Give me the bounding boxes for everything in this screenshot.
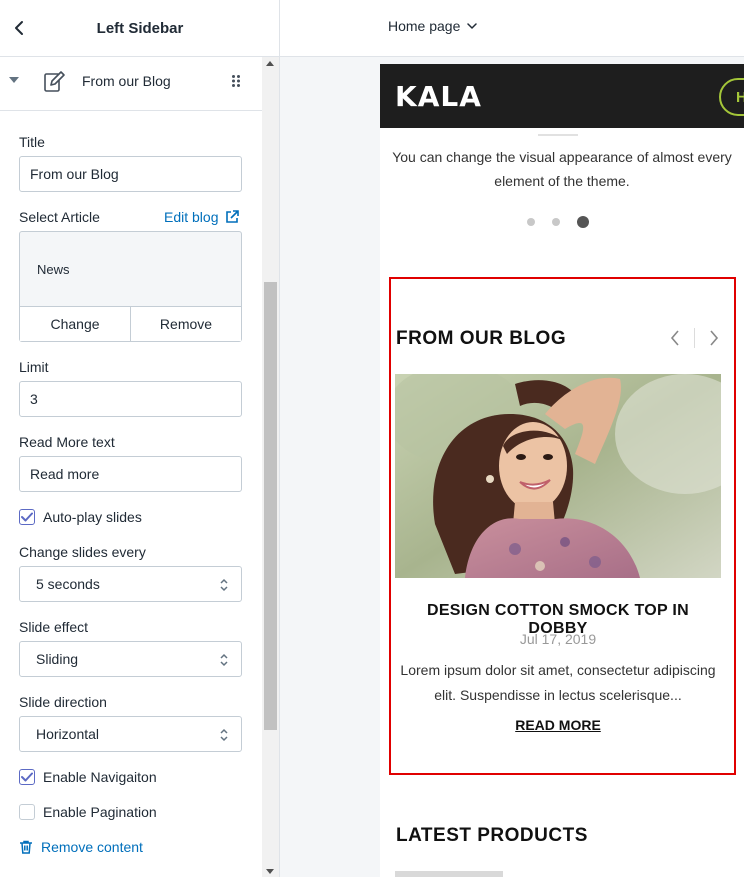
- select-article-label: Select Article: [19, 209, 100, 225]
- remove-content-button[interactable]: Remove content: [19, 839, 143, 855]
- checkmark-icon: [21, 512, 33, 522]
- blog-carousel-nav: [668, 328, 721, 348]
- blog-post-image[interactable]: [395, 374, 721, 578]
- change-article-button[interactable]: Change: [20, 307, 130, 341]
- limit-label: Limit: [19, 359, 49, 375]
- blog-post-excerpt: Lorem ipsum dolor sit amet, consectetur …: [400, 662, 716, 703]
- trash-icon: [20, 840, 32, 854]
- navigation-checkbox[interactable]: [19, 769, 35, 785]
- section-row-from-our-blog[interactable]: From our Blog: [0, 57, 262, 111]
- chevron-left-icon[interactable]: [668, 328, 682, 348]
- remove-article-button[interactable]: Remove: [130, 307, 241, 341]
- select-arrows-icon: [220, 578, 228, 592]
- scroll-down-arrow-icon[interactable]: [266, 869, 274, 874]
- scroll-up-arrow-icon[interactable]: [266, 61, 274, 66]
- chevron-down-icon: [467, 23, 478, 29]
- slide-direction-label: Slide direction: [19, 694, 107, 710]
- slide-direction-value: Horizontal: [36, 726, 100, 742]
- article-picker: News Change Remove: [19, 231, 242, 342]
- pagination-option[interactable]: Enable Pagination: [19, 804, 157, 820]
- select-arrows-icon: [220, 728, 228, 742]
- section-label: From our Blog: [82, 73, 171, 89]
- remove-content-label: Remove content: [41, 839, 143, 855]
- sidebar-title: Left Sidebar: [96, 19, 184, 37]
- latest-products-heading: LATEST PRODUCTS: [396, 825, 588, 846]
- title-input[interactable]: From our Blog: [19, 156, 242, 192]
- slideshow-dots: [527, 216, 606, 228]
- blog-post-date: Jul 17, 2019: [519, 631, 597, 647]
- slide-dot[interactable]: [527, 218, 535, 226]
- read-more-input[interactable]: Read more: [19, 456, 242, 492]
- blog-section-heading: FROM OUR BLOG: [396, 328, 567, 349]
- page-selector-label: Home page: [388, 18, 461, 34]
- drag-handle-icon[interactable]: [231, 74, 241, 88]
- read-more-link[interactable]: READ MORE: [395, 717, 721, 733]
- title-label: Title: [19, 134, 45, 150]
- store-header: KALA H: [380, 64, 744, 128]
- pagination-checkbox[interactable]: [19, 804, 35, 820]
- autoplay-checkbox[interactable]: [19, 509, 35, 525]
- edit-blog-link[interactable]: Edit blog: [164, 209, 240, 225]
- article-actions: Change Remove: [20, 306, 241, 341]
- nav-separator: [694, 328, 695, 348]
- blog-photo: [395, 374, 721, 578]
- product-thumbnail[interactable]: [395, 871, 503, 877]
- change-every-value: 5 seconds: [36, 576, 100, 592]
- edit-document-icon: [44, 71, 65, 92]
- slide-direction-select[interactable]: Horizontal: [19, 716, 242, 752]
- sidebar-header: Left Sidebar: [0, 0, 279, 57]
- settings-panel: From our Blog Title From our Blog Select…: [0, 57, 262, 877]
- sidebar-scrollbar[interactable]: [262, 57, 279, 877]
- back-button[interactable]: [6, 14, 32, 42]
- chevron-right-icon[interactable]: [707, 328, 721, 348]
- read-more-label: Read More text: [19, 434, 115, 450]
- slide-dot-active[interactable]: [577, 216, 589, 228]
- slide-effect-label: Slide effect: [19, 619, 89, 635]
- editor-sidebar: Left Sidebar From our Blog Title From ou…: [0, 0, 280, 877]
- change-every-select[interactable]: 5 seconds: [19, 566, 242, 602]
- slide-effect-value: Sliding: [36, 651, 79, 667]
- collapse-caret-icon[interactable]: [9, 77, 19, 83]
- divider: [538, 134, 578, 136]
- external-link-icon: [226, 210, 240, 223]
- store-logo[interactable]: KALA: [395, 80, 482, 113]
- edit-blog-label: Edit blog: [164, 209, 219, 225]
- autoplay-option[interactable]: Auto-play slides: [19, 509, 142, 525]
- navigation-option[interactable]: Enable Navigaiton: [19, 769, 157, 785]
- header-button[interactable]: H: [719, 78, 744, 116]
- change-every-label: Change slides every: [19, 544, 146, 560]
- limit-input[interactable]: 3: [19, 381, 242, 417]
- checkmark-icon: [21, 772, 33, 782]
- autoplay-label: Auto-play slides: [43, 509, 142, 525]
- preview-topbar: Home page: [280, 0, 744, 57]
- chevron-left-icon: [15, 21, 23, 35]
- selected-article-name: News: [37, 262, 70, 277]
- page-selector[interactable]: Home page: [388, 18, 478, 34]
- select-arrows-icon: [220, 653, 228, 667]
- slide-dot[interactable]: [552, 218, 560, 226]
- scroll-thumb[interactable]: [264, 282, 277, 730]
- slide-effect-select[interactable]: Sliding: [19, 641, 242, 677]
- pagination-label: Enable Pagination: [43, 804, 157, 820]
- slide-text: You can change the visual appearance of …: [392, 149, 732, 189]
- navigation-label: Enable Navigaiton: [43, 769, 157, 785]
